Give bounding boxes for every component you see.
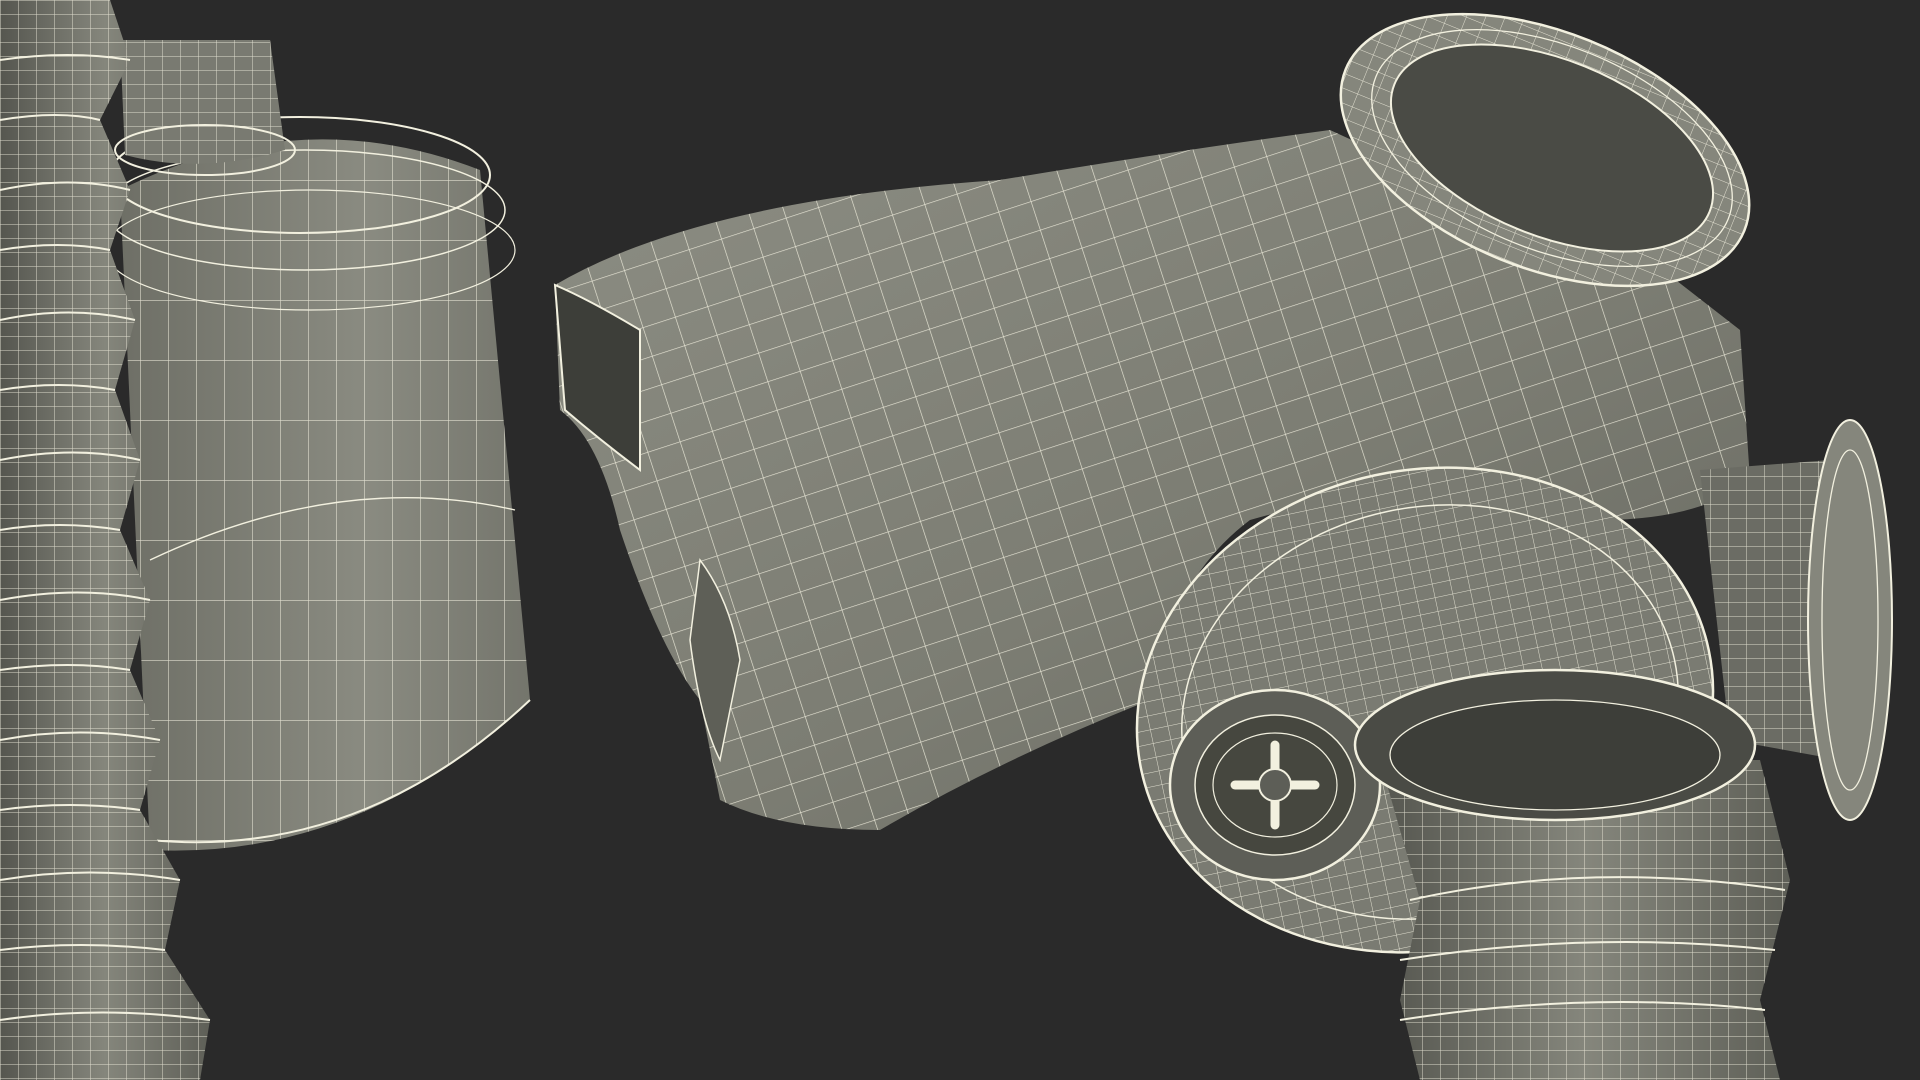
wireframe-render <box>0 0 1920 1080</box>
exhale-valve <box>1168 688 1382 882</box>
corrugated-hose-right <box>1353 668 1790 1080</box>
